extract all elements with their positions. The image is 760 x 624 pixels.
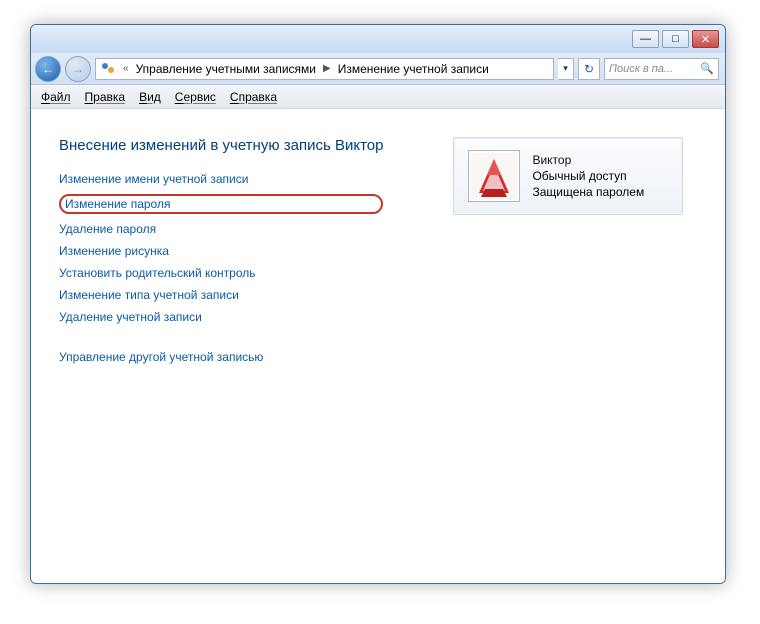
content: Внесение изменений в учетную запись Викт… [31,109,725,583]
control-panel-icon [100,61,116,77]
link-manage-other[interactable]: Управление другой учетной записью [59,350,263,364]
link-change-password[interactable]: Изменение пароля [65,197,170,211]
link-change-password-highlight: Изменение пароля [59,194,383,214]
menu-service[interactable]: Сервис [175,90,216,104]
maximize-button[interactable]: □ [662,30,689,48]
menu-edit[interactable]: Правка [85,90,126,104]
back-button[interactable]: ← [35,56,61,82]
breadcrumb-seg-1[interactable]: Управление учетными записями [136,62,316,76]
link-parental-controls[interactable]: Установить родительский контроль [59,266,256,280]
search-icon: 🔍 [700,62,714,75]
left-pane: Внесение изменений в учетную запись Викт… [59,137,383,555]
menu-help[interactable]: Справка [230,90,277,104]
refresh-button[interactable]: ↻ [578,58,600,80]
action-links: Изменение имени учетной записи Изменение… [59,172,383,364]
user-protected: Защищена паролем [532,184,644,200]
search-input[interactable]: Поиск в па... 🔍 [604,58,719,80]
user-info: Виктор Обычный доступ Защищена паролем [532,152,644,201]
menu-file[interactable]: Файл [41,90,71,104]
menu-view[interactable]: Вид [139,90,161,104]
user-name: Виктор [532,152,644,168]
window: — □ ✕ ← → « Управление учетными записями… [30,24,726,584]
avatar-icon [471,153,517,199]
link-delete-account[interactable]: Удаление учетной записи [59,310,202,324]
minimize-button[interactable]: — [632,30,659,48]
link-remove-password[interactable]: Удаление пароля [59,222,156,236]
link-change-type[interactable]: Изменение типа учетной записи [59,288,239,302]
user-access: Обычный доступ [532,168,644,184]
breadcrumb-seg-2[interactable]: Изменение учетной записи [338,62,489,76]
separator [59,332,383,342]
user-card: Виктор Обычный доступ Защищена паролем [453,137,683,215]
forward-button[interactable]: → [65,56,91,82]
avatar [468,150,520,202]
right-pane: Виктор Обычный доступ Защищена паролем [453,137,683,555]
breadcrumb-dropdown[interactable]: ▾ [558,58,574,80]
address-bar: ← → « Управление учетными записями ▶ Изм… [31,53,725,85]
link-change-picture[interactable]: Изменение рисунка [59,244,169,258]
titlebar: — □ ✕ [31,25,725,53]
breadcrumb[interactable]: « Управление учетными записями ▶ Изменен… [95,58,554,80]
page-title: Внесение изменений в учетную запись Викт… [59,137,383,154]
laquo-icon: « [120,63,132,74]
search-placeholder: Поиск в па... [609,63,673,75]
close-button[interactable]: ✕ [692,30,719,48]
menubar: Файл Правка Вид Сервис Справка [31,85,725,109]
chevron-right-icon: ▶ [320,63,334,74]
link-change-name[interactable]: Изменение имени учетной записи [59,172,248,186]
